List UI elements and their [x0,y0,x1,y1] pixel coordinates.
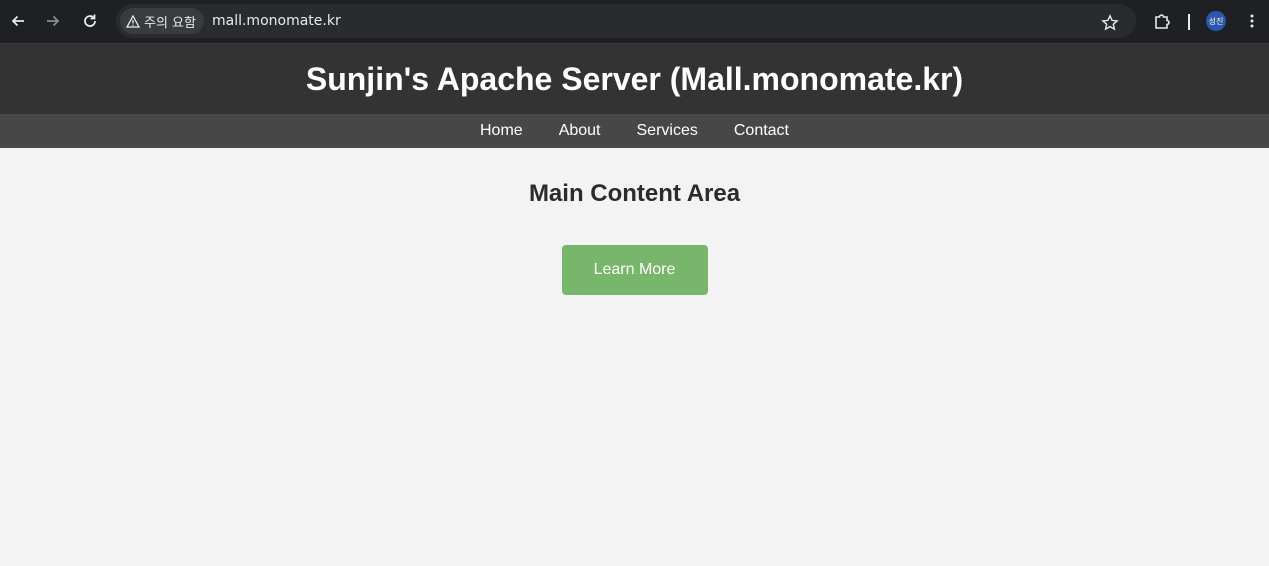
nav-link-contact[interactable]: Contact [734,122,789,140]
extensions-puzzle-icon[interactable] [1150,9,1174,33]
main-content: Main Content Area Learn More [0,148,1269,295]
bookmark-star-icon[interactable] [1098,11,1122,35]
forward-arrow-icon[interactable] [41,9,65,33]
back-arrow-icon[interactable] [6,9,30,33]
security-warning-chip[interactable]: 주의 요함 [120,8,204,34]
main-heading: Main Content Area [528,180,741,207]
learn-more-button[interactable]: Learn More [561,245,708,295]
site-title: Sunjin's Apache Server (Mall.monomate.kr… [305,60,964,97]
nav-link-home[interactable]: Home [480,122,523,140]
nav-link-services[interactable]: Services [637,122,698,140]
reload-icon[interactable] [78,9,102,33]
site-nav: Home About Services Contact [0,114,1269,148]
nav-link-about[interactable]: About [559,122,601,140]
browser-toolbar: 주의 요함 mall.monomate.kr 성진 [0,0,1269,44]
address-bar[interactable]: 주의 요함 mall.monomate.kr [116,4,1136,38]
url-text[interactable]: mall.monomate.kr [212,13,341,29]
more-menu-icon[interactable] [1240,9,1264,33]
toolbar-divider [1188,14,1190,30]
security-label: 주의 요함 [144,15,196,31]
site-header: Sunjin's Apache Server (Mall.monomate.kr… [0,44,1269,114]
warning-icon [126,14,140,28]
profile-avatar[interactable]: 성진 [1206,11,1226,31]
